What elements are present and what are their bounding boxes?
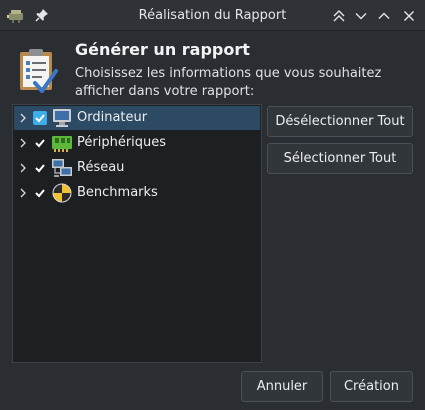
chevron-down-icon: [355, 13, 367, 20]
chevron-right-icon[interactable]: [18, 137, 28, 149]
close-button[interactable]: [400, 7, 418, 25]
report-clipboard-icon: [20, 49, 58, 93]
chevron-up-icon: [378, 12, 390, 19]
deselect-all-button[interactable]: Désélectionner Tout: [267, 106, 413, 137]
benchmark-icon: [52, 183, 72, 203]
close-icon: [404, 11, 414, 21]
network-icon: [52, 159, 72, 177]
check-icon: [35, 164, 45, 173]
tree-item-peripheriques[interactable]: Périphériques: [14, 131, 260, 155]
tree-item-label: Réseau: [77, 160, 125, 175]
double-chevron-up-icon: [333, 10, 345, 22]
create-button[interactable]: Création: [330, 371, 413, 402]
computer-icon: [53, 109, 71, 127]
tree-item-benchmarks[interactable]: Benchmarks: [14, 181, 260, 205]
check-icon: [35, 139, 45, 148]
device-board-icon: [52, 136, 72, 152]
checkbox-peripheriques[interactable]: [33, 136, 47, 150]
checkbox-benchmarks[interactable]: [33, 186, 47, 200]
tree-item-label: Benchmarks: [77, 185, 158, 200]
chevron-right-icon[interactable]: [18, 162, 28, 174]
chevron-right-icon[interactable]: [18, 187, 28, 199]
tree-item-ordinateur[interactable]: Ordinateur: [14, 106, 260, 130]
page-description: Choisissez les informations que vous sou…: [75, 66, 382, 99]
report-sections-tree[interactable]: Ordinateur Périphériques Réseau Benchmar…: [12, 104, 262, 363]
tree-item-label: Ordinateur: [77, 110, 148, 125]
checkbox-reseau[interactable]: [33, 161, 47, 175]
title-bar: Réalisation du Rapport: [0, 0, 425, 31]
keep-above-button[interactable]: [330, 7, 348, 25]
minimize-button[interactable]: [352, 7, 370, 25]
tree-item-reseau[interactable]: Réseau: [14, 156, 260, 180]
checkbox-ordinateur[interactable]: [33, 111, 47, 125]
maximize-button[interactable]: [375, 7, 393, 25]
check-icon: [35, 114, 45, 123]
check-icon: [35, 189, 45, 198]
select-all-button[interactable]: Sélectionner Tout: [267, 143, 413, 174]
page-title: Générer un rapport: [75, 40, 250, 59]
cancel-button[interactable]: Annuler: [241, 371, 323, 402]
chevron-right-icon[interactable]: [18, 112, 28, 124]
tree-item-label: Périphériques: [77, 135, 167, 150]
